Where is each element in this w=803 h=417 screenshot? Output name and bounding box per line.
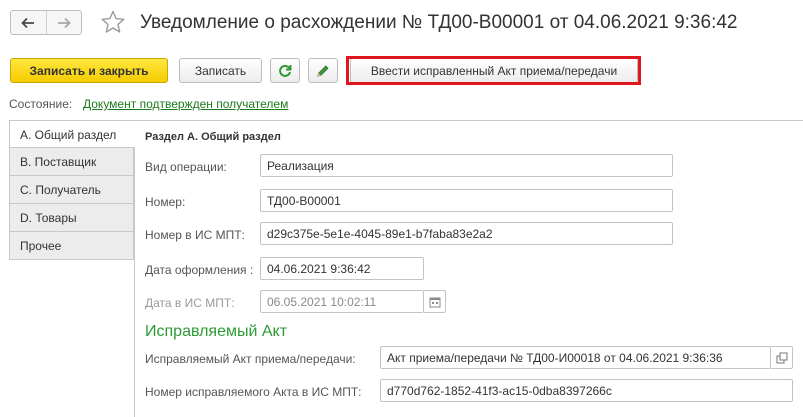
number-label: Номер: <box>145 195 186 209</box>
tab-general[interactable]: А. Общий раздел <box>9 120 135 148</box>
operation-label: Вид операции: <box>145 160 227 174</box>
navigation-group <box>10 10 82 35</box>
panel-divider-top <box>134 120 803 121</box>
tab-goods[interactable]: D. Товары <box>9 204 134 232</box>
refresh-button[interactable] <box>270 58 300 83</box>
mpt-number-label: Номер в ИС МПТ: <box>145 228 245 242</box>
open-act-button-frame <box>771 346 793 369</box>
arrow-right-icon <box>57 17 71 28</box>
refresh-icon <box>279 64 292 77</box>
state-link[interactable]: Документ подтвержден получателем <box>83 97 288 111</box>
calendar-button-frame <box>424 290 446 313</box>
issue-date-label: Дата оформления : <box>145 263 254 277</box>
highlight-frame <box>346 56 641 85</box>
open-window-icon <box>776 352 787 363</box>
corrected-act-group-title: Исправляемый Акт <box>145 323 288 340</box>
favorite-button[interactable] <box>100 9 126 35</box>
star-icon <box>101 10 125 33</box>
corrected-act-number-label: Номер исправляемого Акта в ИС МПТ: <box>145 385 362 399</box>
section-title: Раздел А. Общий раздел <box>145 131 281 143</box>
operation-field[interactable]: Реализация <box>260 154 673 177</box>
mpt-number-field[interactable]: d29c375e-5e1e-4045-89e1-b7faba83e2a2 <box>260 222 673 245</box>
arrow-left-icon <box>21 17 35 28</box>
number-field[interactable]: ТД00-В00001 <box>260 189 673 212</box>
corrected-act-field[interactable]: Акт приема/передачи № ТД00-И00018 от 04.… <box>380 346 771 369</box>
tab-recipient[interactable]: С. Получатель <box>9 176 134 204</box>
panel-divider <box>134 148 135 417</box>
save-and-close-button[interactable]: Записать и закрыть <box>10 58 168 83</box>
issue-date-field[interactable]: 04.06.2021 9:36:42 <box>260 257 424 280</box>
section-tabs: А. Общий раздел В. Поставщик С. Получате… <box>9 120 135 260</box>
mpt-date-field: 06.05.2021 10:02:11 <box>260 290 424 313</box>
calendar-button[interactable] <box>424 290 446 313</box>
corrected-act-number-field[interactable]: d770d762-1852-41f3-ac15-0dba8397266c <box>380 379 793 402</box>
save-button[interactable]: Записать <box>179 58 262 83</box>
back-button[interactable] <box>11 11 46 34</box>
open-act-button[interactable] <box>771 346 793 369</box>
tab-other[interactable]: Прочее <box>9 232 134 260</box>
state-label: Состояние: <box>9 97 73 111</box>
mpt-date-label: Дата в ИС МПТ: <box>145 296 235 310</box>
page-title: Уведомление о расхождении № ТД00-В00001 … <box>140 12 738 33</box>
pencil-icon <box>317 64 329 77</box>
calendar-icon <box>429 297 440 307</box>
edit-button[interactable] <box>308 58 338 83</box>
tab-supplier[interactable]: В. Поставщик <box>9 148 134 176</box>
corrected-act-label: Исправляемый Акт приема/передачи: <box>145 352 356 366</box>
forward-button[interactable] <box>45 11 82 34</box>
